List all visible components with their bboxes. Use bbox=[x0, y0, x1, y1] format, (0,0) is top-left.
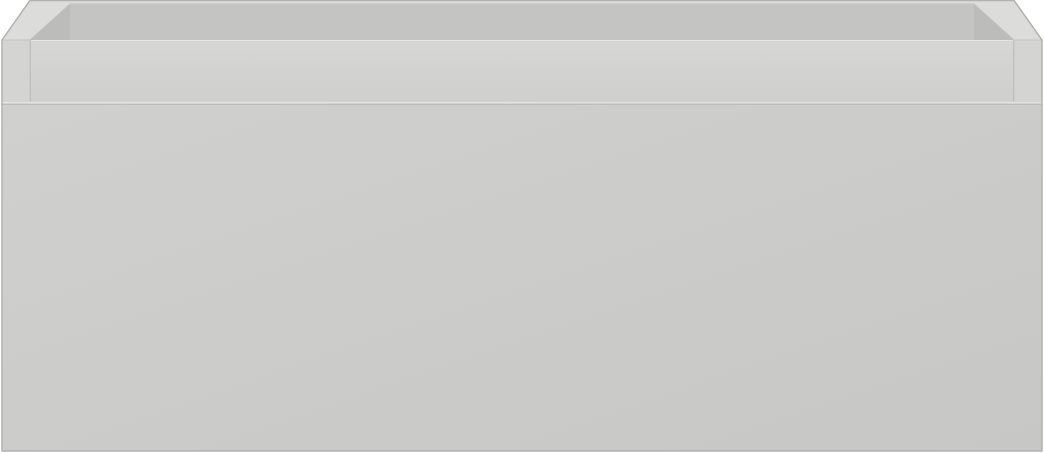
drawer-front bbox=[2, 101, 1042, 451]
drawer-interior bbox=[30, 4, 1014, 40]
interior-back-wall bbox=[70, 4, 974, 40]
drawer-scene bbox=[0, 0, 1044, 453]
rim-inner-face bbox=[30, 40, 1014, 102]
rim-right-post bbox=[1013, 39, 1043, 103]
drawer-front-panel bbox=[2, 102, 1042, 451]
drawer-unit-illustration bbox=[1, 0, 1043, 452]
rim-left-post bbox=[1, 39, 31, 103]
